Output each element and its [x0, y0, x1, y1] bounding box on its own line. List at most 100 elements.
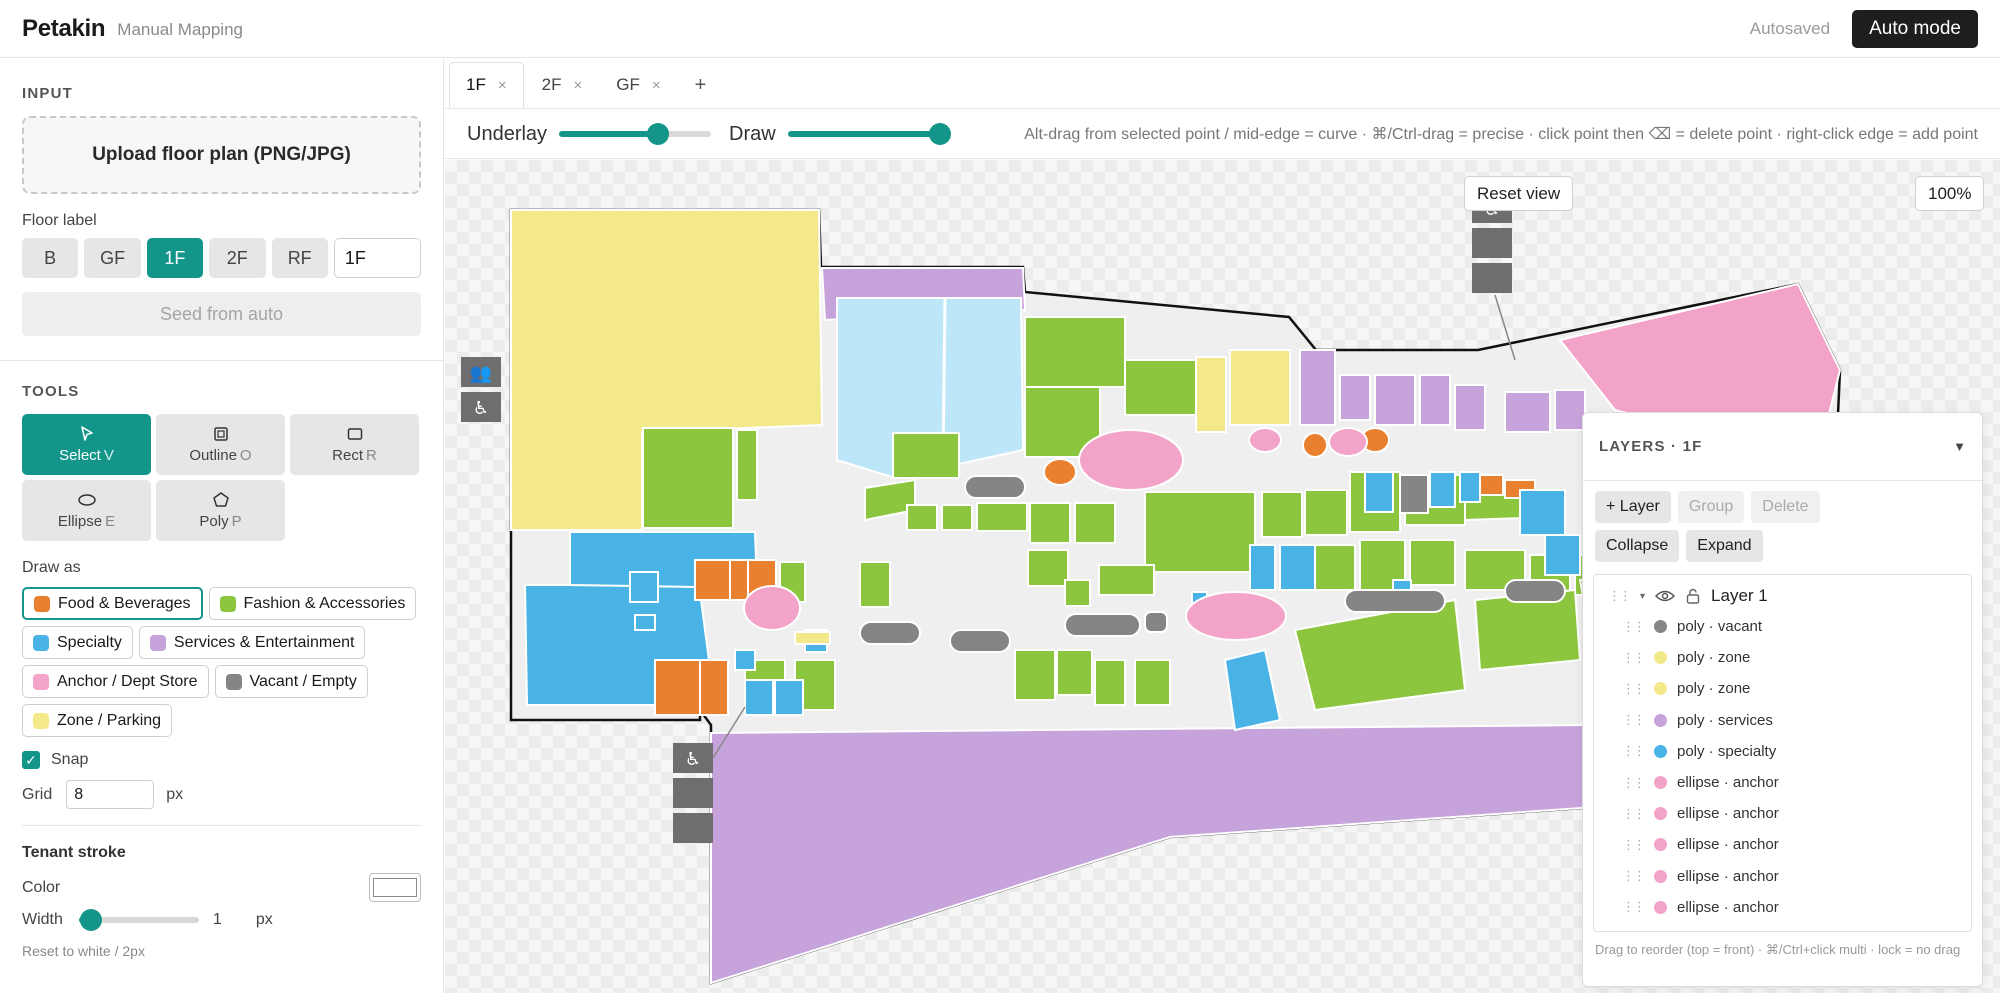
upload-floor-plan-button[interactable]: Upload floor plan (PNG/JPG) — [22, 116, 421, 194]
layer-color-dot — [1654, 682, 1667, 696]
tool-select[interactable]: Select V — [22, 414, 151, 475]
tool-select-text: Select V — [59, 447, 114, 464]
stroke-width-label: Width — [22, 911, 63, 928]
chevron-down-icon[interactable]: ▼ — [1953, 439, 1966, 454]
group-button[interactable]: Group — [1677, 491, 1745, 523]
caret-down-icon[interactable]: ▾ — [1640, 591, 1645, 602]
layer-list: ⋮⋮ ▾ Layer 1 ⋮⋮ poly · vacant ⋮⋮ poly · zo… — [1593, 574, 1972, 932]
eye-icon[interactable] — [1655, 589, 1676, 603]
layers-panel: LAYERS · 1F ▼ + Layer Group Delete Colla… — [1582, 412, 1983, 987]
drag-handle-icon[interactable]: ⋮⋮ — [1622, 806, 1646, 822]
reset-stroke-link[interactable]: Reset to white / 2px — [22, 943, 421, 959]
underlay-slider[interactable] — [559, 123, 712, 145]
layer-item[interactable]: ⋮⋮ poly · vacant — [1594, 611, 1971, 642]
color-swatch — [219, 595, 236, 612]
layer-color-dot — [1654, 869, 1667, 883]
tool-rect[interactable]: Rect R — [290, 414, 419, 475]
slider-thumb[interactable] — [79, 909, 102, 931]
category-chip-zone[interactable]: Zone / Parking — [22, 704, 173, 737]
slider-track — [78, 909, 199, 931]
grid-size-input[interactable]: 8 — [66, 780, 155, 809]
tools-grid: Select V Outline O Rect R Ellipse E Poly P — [22, 414, 421, 541]
stroke-width-slider[interactable] — [78, 909, 199, 931]
category-chip-fashion[interactable]: Fashion & Accessories — [208, 587, 417, 620]
drag-handle-icon[interactable]: ⋮⋮ — [1622, 712, 1646, 728]
reset-view-button[interactable]: Reset view — [1464, 176, 1574, 211]
autosave-status: Autosaved — [1749, 18, 1831, 38]
stroke-color-preview — [373, 878, 417, 897]
category-label: Anchor / Dept Store — [57, 672, 198, 690]
close-icon[interactable]: × — [652, 77, 661, 94]
category-chips: Food & Beverages Fashion & Accessories S… — [22, 587, 422, 737]
tab-gf[interactable]: GF × — [600, 62, 676, 108]
layer-item[interactable]: ⋮⋮ ellipse · anchor — [1594, 767, 1971, 798]
tab-2f[interactable]: 2F × — [526, 62, 599, 108]
category-chip-services[interactable]: Services & Entertainment — [138, 626, 366, 659]
drag-handle-icon[interactable]: ⋮⋮ — [1622, 899, 1646, 915]
zoom-level-button[interactable]: 100% — [1915, 176, 1985, 211]
layer-item[interactable]: ⋮⋮ poly · zone — [1594, 673, 1971, 704]
add-tab-button[interactable]: + — [679, 62, 723, 108]
layer-item-label: ellipse · anchor — [1677, 774, 1779, 792]
floor-button-1f[interactable]: 1F — [146, 238, 204, 278]
underlay-label: Underlay — [467, 122, 548, 145]
delete-button[interactable]: Delete — [1751, 491, 1820, 523]
tool-poly[interactable]: Poly P — [156, 480, 285, 541]
tool-ellipse[interactable]: Ellipse E — [22, 480, 151, 541]
floor-button-b[interactable]: B — [22, 238, 79, 278]
close-icon[interactable]: × — [573, 77, 582, 94]
tool-rect-label: Rect — [332, 447, 363, 464]
layer-item-label: ellipse · anchor — [1677, 836, 1779, 854]
floor-tabs: 1F × 2F × GF × + — [445, 59, 2000, 109]
drag-handle-icon[interactable]: ⋮⋮ — [1608, 588, 1632, 604]
layer-item[interactable]: ⋮⋮ ellipse · anchor — [1594, 798, 1971, 829]
layer-item[interactable]: ⋮⋮ poly · zone — [1594, 642, 1971, 673]
drag-handle-icon[interactable]: ⋮⋮ — [1622, 775, 1646, 791]
floor-button-gf[interactable]: GF — [84, 238, 141, 278]
category-chip-anchor[interactable]: Anchor / Dept Store — [22, 665, 209, 698]
auto-mode-button[interactable]: Auto mode — [1852, 9, 1978, 48]
layer-item[interactable]: ⋮⋮ poly · specialty — [1594, 736, 1971, 767]
floor-button-2f[interactable]: 2F — [209, 238, 266, 278]
category-chip-vacant[interactable]: Vacant / Empty — [214, 665, 368, 698]
tool-outline[interactable]: Outline O — [156, 414, 285, 475]
layer-item[interactable]: ⋮⋮ ellipse · anchor — [1594, 861, 1971, 892]
seed-from-auto-button[interactable]: Seed from auto — [22, 292, 421, 336]
drag-handle-icon[interactable]: ⋮⋮ — [1622, 868, 1646, 884]
drag-handle-icon[interactable]: ⋮⋮ — [1622, 743, 1646, 759]
layer-group-row[interactable]: ⋮⋮ ▾ Layer 1 — [1594, 581, 1971, 611]
tool-select-key: V — [103, 447, 114, 464]
close-icon[interactable]: × — [498, 77, 507, 94]
drag-handle-icon[interactable]: ⋮⋮ — [1622, 619, 1646, 635]
layer-item[interactable]: ⋮⋮ ellipse · anchor — [1594, 829, 1971, 860]
slider-thumb[interactable] — [928, 123, 951, 145]
color-swatch — [33, 712, 49, 729]
tab-label: 1F — [466, 75, 486, 94]
layer-item[interactable]: ⋮⋮ ellipse · anchor — [1594, 892, 1971, 923]
slider-thumb[interactable] — [646, 123, 669, 145]
grid-row: Grid 8 px — [22, 780, 421, 809]
add-layer-button[interactable]: + Layer — [1595, 491, 1671, 523]
drag-handle-icon[interactable]: ⋮⋮ — [1622, 650, 1646, 666]
layer-color-dot — [1654, 807, 1667, 821]
floor-button-rf[interactable]: RF — [271, 238, 328, 278]
collapse-button[interactable]: Collapse — [1595, 530, 1680, 562]
category-chip-specialty[interactable]: Specialty — [22, 626, 133, 659]
unlock-icon[interactable] — [1685, 588, 1701, 604]
layers-footer-hint: Drag to reorder (top = front) · ⌘/Ctrl+c… — [1595, 942, 1961, 957]
draw-opacity-slider[interactable] — [787, 123, 951, 145]
stroke-color-picker[interactable] — [369, 873, 421, 902]
floor-label-input[interactable]: 1F — [333, 238, 422, 278]
category-chip-food[interactable]: Food & Beverages — [22, 587, 203, 620]
layers-header[interactable]: LAYERS · 1F ▼ — [1583, 413, 1982, 481]
tab-1f[interactable]: 1F × — [449, 62, 524, 108]
snap-checkbox[interactable]: ✓ — [22, 751, 40, 769]
drag-handle-icon[interactable]: ⋮⋮ — [1622, 681, 1646, 697]
tool-poly-text: Poly P — [199, 513, 241, 530]
expand-button[interactable]: Expand — [1686, 530, 1763, 562]
snap-label: Snap — [51, 751, 89, 768]
layer-item[interactable]: ⋮⋮ poly · services — [1594, 705, 1971, 736]
slider-track — [787, 123, 951, 145]
canvas-toolbar: Underlay Draw Alt-drag from selected poi… — [445, 110, 2000, 159]
drag-handle-icon[interactable]: ⋮⋮ — [1622, 837, 1646, 853]
